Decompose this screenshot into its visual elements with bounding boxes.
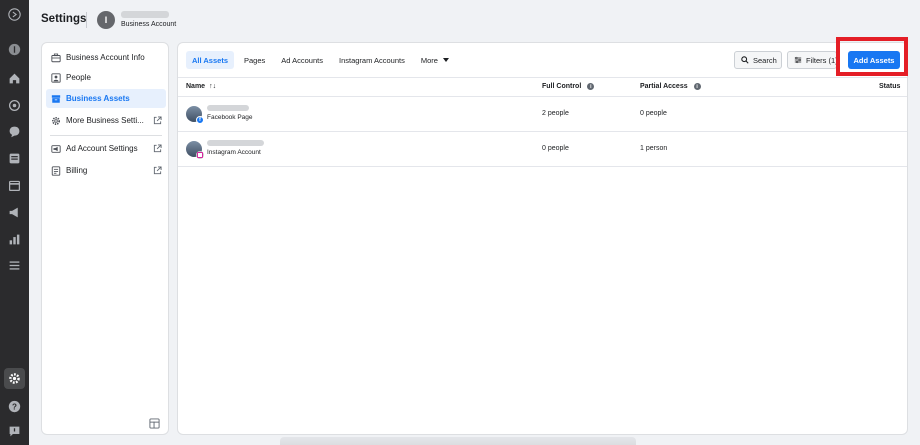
ads-icon[interactable] xyxy=(7,205,22,220)
add-assets-button[interactable]: Add Assets xyxy=(848,51,900,69)
activity-icon[interactable] xyxy=(7,98,22,113)
full-control-value: 0 people xyxy=(542,145,569,152)
account-avatar[interactable]: I xyxy=(97,11,115,29)
sidebar-item-business-assets[interactable]: Business Assets xyxy=(46,89,166,108)
assets-icon xyxy=(50,93,61,104)
billing-icon xyxy=(50,165,61,176)
table-row[interactable]: f Facebook Page 2 people 0 people xyxy=(178,97,907,132)
tab-label: Instagram Accounts xyxy=(338,55,405,65)
sidebar-item-people[interactable]: People xyxy=(46,68,166,87)
sidebar-item-business-account-info[interactable]: Business Account Info xyxy=(46,48,166,67)
sidebar-item-label: More Business Setti... xyxy=(66,116,144,125)
menu-icon[interactable] xyxy=(7,258,22,273)
partial-access-value: 1 person xyxy=(640,145,668,152)
tab-ad-accounts[interactable]: Ad Accounts xyxy=(275,51,329,69)
asset-type: Facebook Page xyxy=(207,114,253,121)
settings-sidebar: Business Account Info People Business As… xyxy=(41,42,169,435)
settings-icon[interactable] xyxy=(4,368,25,389)
tab-label: More xyxy=(420,55,438,65)
collapse-sidebar-icon[interactable] xyxy=(149,416,160,429)
header-divider xyxy=(86,12,87,28)
gear-icon xyxy=(50,115,61,126)
search-label: Search xyxy=(753,55,777,65)
tab-instagram-accounts[interactable]: Instagram Accounts xyxy=(333,51,411,69)
external-link-icon xyxy=(153,144,162,153)
page-title: Settings xyxy=(41,13,87,25)
instagram-icon xyxy=(196,151,204,159)
search-button[interactable]: Search xyxy=(734,51,782,69)
profile-icon[interactable] xyxy=(7,42,22,57)
tab-pages[interactable]: Pages xyxy=(238,51,271,69)
asset-name-redacted xyxy=(207,105,249,111)
external-link-icon xyxy=(153,166,162,175)
column-name-label: Name xyxy=(186,83,206,90)
person-icon xyxy=(50,72,61,83)
column-full-control: Full Control i xyxy=(542,83,595,90)
filter-icon xyxy=(794,56,802,64)
chat-icon[interactable] xyxy=(7,124,22,139)
asset-name-redacted xyxy=(207,140,264,146)
column-status-label: Status xyxy=(879,83,901,90)
svg-text:?: ? xyxy=(12,402,17,411)
tab-label: Pages xyxy=(244,55,266,65)
assets-panel: All Assets Pages Ad Accounts Instagram A… xyxy=(177,37,908,435)
facebook-icon: f xyxy=(196,116,204,124)
account-type: Business Account xyxy=(121,21,177,28)
left-nav-rail: ? xyxy=(0,0,29,445)
home-icon[interactable] xyxy=(7,71,22,86)
column-partial-access: Partial Access i xyxy=(640,83,701,90)
filters-button[interactable]: Filters (1) xyxy=(787,51,837,69)
search-icon xyxy=(741,56,749,64)
pages-icon[interactable] xyxy=(7,151,22,166)
sidebar-item-billing[interactable]: Billing xyxy=(46,161,166,180)
external-link-icon xyxy=(153,116,162,125)
calendar-icon[interactable] xyxy=(7,178,22,193)
chevron-down-icon xyxy=(442,58,449,62)
insights-icon[interactable] xyxy=(7,232,22,247)
ad-account-icon xyxy=(50,143,61,154)
filters-label: Filters (1) xyxy=(806,55,837,65)
column-partial-access-label: Partial Access xyxy=(640,83,688,90)
tab-all-assets[interactable]: All Assets xyxy=(186,51,234,69)
sidebar-divider xyxy=(50,135,162,136)
column-name[interactable]: Name ↑↓ xyxy=(186,83,216,90)
sidebar-item-ad-account-settings[interactable]: Ad Account Settings xyxy=(46,139,166,158)
asset-type: Instagram Account xyxy=(207,149,261,156)
full-control-value: 2 people xyxy=(542,110,569,117)
info-icon[interactable]: i xyxy=(693,83,701,90)
sidebar-item-label: Ad Account Settings xyxy=(66,144,138,153)
sidebar-item-label: People xyxy=(66,73,91,82)
feedback-icon[interactable] xyxy=(7,424,22,439)
tab-more[interactable]: More xyxy=(415,51,455,69)
table-row[interactable]: Instagram Account 0 people 1 person xyxy=(178,132,907,167)
asset-tabs: All Assets Pages Ad Accounts Instagram A… xyxy=(186,51,459,69)
column-full-control-label: Full Control xyxy=(542,83,582,90)
help-icon[interactable]: ? xyxy=(7,399,22,414)
sidebar-item-label: Business Assets xyxy=(66,94,130,103)
page-header: Settings I Business Account xyxy=(29,0,920,42)
table-header: Name ↑↓ Full Control i Partial Access i … xyxy=(178,77,907,97)
logo-icon[interactable] xyxy=(7,7,22,22)
sidebar-item-more-business-settings[interactable]: More Business Setti... xyxy=(46,111,166,130)
tab-label: Ad Accounts xyxy=(281,55,323,65)
tab-label: All Assets xyxy=(192,55,228,65)
bottom-bar xyxy=(280,437,636,445)
sidebar-item-label: Business Account Info xyxy=(66,53,145,62)
sidebar-item-label: Billing xyxy=(66,166,88,175)
sort-icon[interactable]: ↑↓ xyxy=(209,83,216,90)
partial-access-value: 0 people xyxy=(640,110,667,117)
column-status: Status xyxy=(879,83,900,90)
info-icon[interactable]: i xyxy=(587,83,595,90)
account-name-redacted xyxy=(121,11,169,18)
briefcase-icon xyxy=(50,52,61,63)
